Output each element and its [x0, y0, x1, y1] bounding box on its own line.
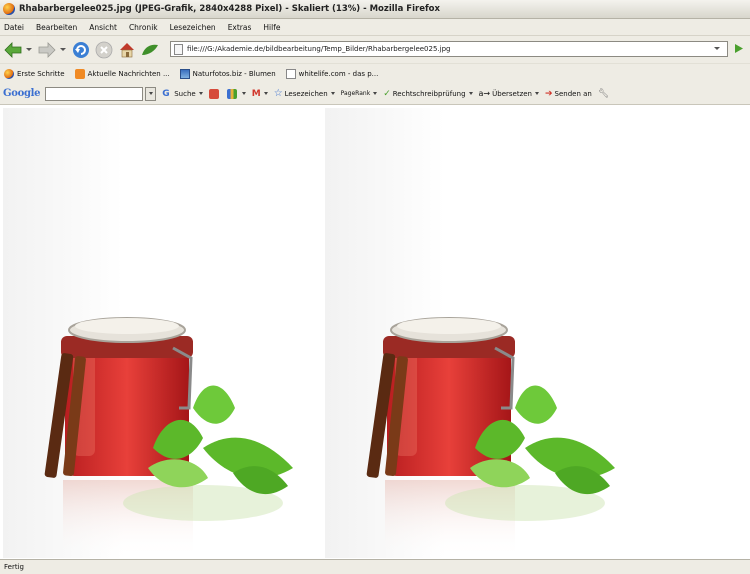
send-label: Senden an — [554, 89, 592, 98]
back-arrow-icon — [4, 41, 22, 58]
bookmark-item[interactable]: Aktuelle Nachrichten ... — [74, 68, 170, 79]
google-search-input[interactable] — [46, 87, 143, 100]
back-history-dropdown[interactable] — [26, 48, 32, 51]
chevron-down-icon — [373, 92, 378, 95]
page-icon — [174, 43, 183, 55]
status-bar: Fertig — [0, 559, 750, 574]
google-g-icon: G — [162, 88, 170, 99]
menu-file[interactable]: Datei — [4, 23, 24, 32]
firefox-icon — [4, 68, 14, 79]
stop-icon — [95, 41, 113, 58]
chevron-down-icon — [468, 92, 473, 95]
menu-bookmarks[interactable]: Lesezeichen — [170, 23, 216, 32]
google-toolbar: Google G Suche M ☆ Lesezeichen PageRank … — [0, 83, 750, 105]
star-icon: ☆ — [273, 88, 283, 99]
rss-icon — [74, 68, 85, 79]
translate-icon: a→ — [478, 89, 491, 98]
send-to-button[interactable]: ➔ Senden an — [545, 89, 592, 99]
back-button[interactable] — [3, 40, 23, 60]
wrench-icon: 🔧︎ — [597, 88, 610, 99]
news-icon — [226, 88, 237, 99]
navigation-bar — [0, 36, 750, 63]
menu-help[interactable]: Hilfe — [263, 23, 280, 32]
search-label: Suche — [174, 89, 196, 98]
chevron-down-icon — [330, 92, 335, 95]
reload-icon — [73, 41, 89, 58]
send-icon: ➔ — [545, 88, 553, 99]
jam-jar-photo — [44, 317, 293, 558]
bookmark-item[interactable]: whitelife.com - das p... — [285, 68, 379, 79]
translate-label: Übersetzen — [492, 89, 532, 98]
spellcheck-button[interactable]: ✓ Rechtschreibprüfung — [383, 88, 473, 99]
spellcheck-label: Rechtschreibprüfung — [392, 89, 466, 98]
forward-button[interactable] — [37, 40, 57, 60]
bookmark-label: Aktuelle Nachrichten ... — [87, 69, 170, 78]
chevron-down-icon — [148, 92, 153, 95]
bookmark-label: Naturfotos.biz - Blumen — [192, 69, 276, 78]
gmail-icon: M — [251, 88, 261, 99]
url-history-dropdown[interactable] — [714, 47, 720, 50]
google-logo: Google — [3, 88, 41, 99]
chevron-down-icon — [263, 92, 268, 95]
chevron-down-icon — [198, 92, 203, 95]
pagerank-indicator[interactable]: PageRank — [341, 90, 378, 97]
gmail-button[interactable]: M — [252, 89, 268, 99]
stop-button[interactable] — [94, 40, 114, 60]
bookmark-label: whitelife.com - das p... — [298, 69, 379, 78]
bookmark-item[interactable]: Naturfotos.biz - Blumen — [179, 68, 276, 79]
google-search-button[interactable]: G Suche — [162, 88, 203, 99]
title-bar: Rhabarbergelee025.jpg (JPEG-Grafik, 2840… — [0, 0, 750, 19]
page-content — [0, 106, 750, 559]
go-button[interactable] — [733, 43, 744, 56]
reload-button[interactable] — [71, 40, 91, 60]
page-icon — [285, 68, 296, 79]
popup-blocker-button[interactable] — [208, 88, 221, 99]
puzzle-icon — [208, 88, 219, 99]
bookmark-item[interactable]: Erste Schritte — [4, 68, 65, 79]
home-button[interactable] — [117, 40, 137, 60]
chevron-down-icon — [241, 92, 246, 95]
spellcheck-icon: ✓ — [383, 88, 391, 99]
forward-history-dropdown[interactable] — [60, 48, 66, 51]
pagerank-label: PageRank — [340, 90, 371, 97]
leaf-addon-button[interactable] — [140, 40, 160, 60]
google-search-box[interactable] — [45, 86, 144, 101]
home-icon — [120, 42, 134, 57]
jam-jar-photo — [366, 317, 615, 558]
chevron-down-icon — [535, 92, 539, 95]
google-bookmarks-button[interactable]: ☆ Lesezeichen — [274, 88, 335, 99]
menu-view[interactable]: Ansicht — [89, 23, 117, 32]
bookmarks-toolbar: Erste Schritte Aktuelle Nachrichten ... … — [0, 63, 750, 83]
google-search-dropdown[interactable] — [145, 86, 157, 101]
translate-button[interactable]: a→ Übersetzen — [479, 89, 539, 98]
status-text: Fertig — [4, 563, 24, 571]
scaled-photo[interactable] — [3, 108, 303, 558]
menu-tools[interactable]: Extras — [228, 23, 252, 32]
window-title: Rhabarbergelee025.jpg (JPEG-Grafik, 2840… — [19, 4, 440, 14]
go-arrow-icon — [735, 44, 743, 53]
address-bar[interactable] — [170, 41, 728, 57]
bookmarks-label: Lesezeichen — [284, 89, 328, 98]
leaf-icon — [142, 44, 158, 55]
news-button[interactable] — [226, 88, 246, 99]
photo-icon — [179, 68, 190, 79]
menu-history[interactable]: Chronik — [129, 23, 158, 32]
firefox-icon — [3, 3, 15, 15]
forward-arrow-icon — [38, 41, 56, 58]
bookmark-label: Erste Schritte — [17, 69, 65, 78]
scaled-photo[interactable] — [325, 108, 625, 558]
url-input[interactable] — [187, 45, 707, 53]
menu-bar: Datei Bearbeiten Ansicht Chronik Lesezei… — [0, 19, 750, 36]
settings-button[interactable]: 🔧︎ — [598, 89, 609, 99]
menu-edit[interactable]: Bearbeiten — [36, 23, 77, 32]
